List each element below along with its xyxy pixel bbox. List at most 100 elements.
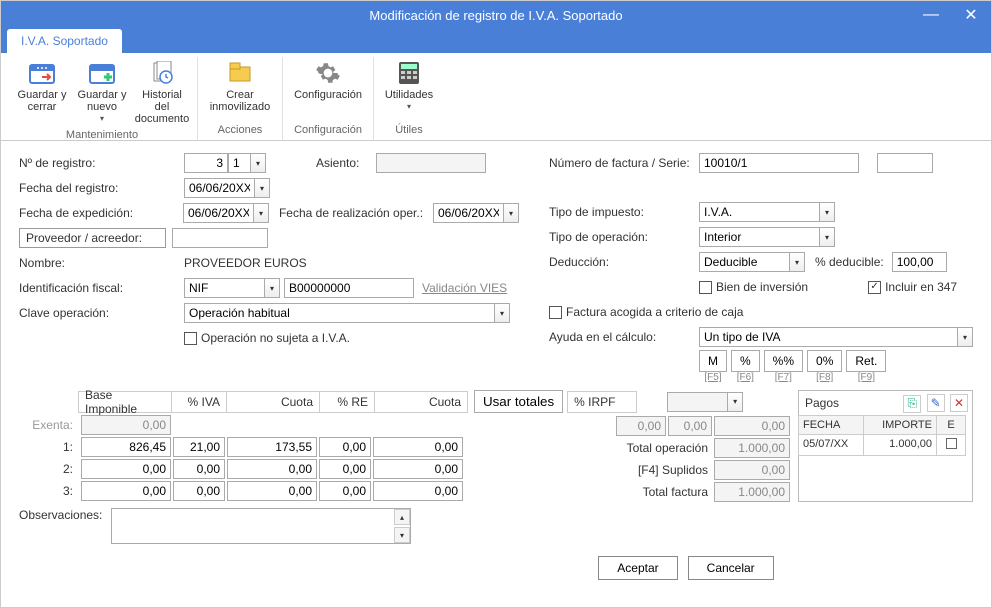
r1-cuota2[interactable]	[373, 437, 463, 457]
reg-no-input[interactable]	[184, 153, 228, 173]
dropdown-icon[interactable]: ▾	[407, 101, 411, 113]
create-asset-icon	[224, 59, 256, 87]
asiento-input[interactable]	[376, 153, 486, 173]
save-new-icon	[86, 59, 118, 87]
reg-date-input[interactable]	[184, 178, 254, 198]
op-key-dd[interactable]: ▾	[494, 303, 510, 323]
exp-date-dd[interactable]: ▾	[253, 203, 269, 223]
ok-button[interactable]: Aceptar	[598, 556, 677, 580]
utilities-button[interactable]: Utilidades ▾	[380, 57, 438, 122]
irpf-c[interactable]	[714, 416, 790, 436]
r2-re[interactable]	[319, 459, 371, 479]
deduction-dd[interactable]: ▾	[789, 252, 805, 272]
reg-series-dd[interactable]: ▾	[250, 153, 266, 173]
total-op-label: Total operación	[602, 438, 712, 458]
r3-re[interactable]	[319, 481, 371, 501]
irpf-dd[interactable]: ▾	[727, 392, 743, 412]
op-type-input[interactable]	[699, 227, 819, 247]
row1-label: 1:	[19, 440, 79, 454]
op-key-input[interactable]	[184, 303, 494, 323]
r1-base[interactable]	[81, 437, 171, 457]
deduction-input[interactable]	[699, 252, 789, 272]
group-utils: Útiles	[395, 122, 423, 140]
inv-asset-checkbox[interactable]: Bien de inversión	[699, 280, 808, 294]
hdr-re: % RE	[319, 391, 375, 413]
irpf-select[interactable]	[667, 392, 727, 412]
pagos-hdr-e: E	[936, 415, 966, 435]
r3-base[interactable]	[81, 481, 171, 501]
fiscal-id-input[interactable]	[284, 278, 414, 298]
not-subject-checkbox[interactable]: Operación no sujeta a I.V.A.	[184, 331, 350, 345]
tax-type-label: Tipo de impuesto:	[549, 205, 699, 219]
scroll-down-icon[interactable]: ▾	[394, 527, 410, 543]
tabstrip: I.V.A. Soportado	[1, 29, 991, 53]
irpf-a[interactable]	[616, 416, 666, 436]
pagos-hdr-amount: IMPORTE	[863, 415, 937, 435]
invoice-input[interactable]	[699, 153, 859, 173]
pagos-title: Pagos	[805, 396, 839, 410]
pagos-row[interactable]: 05/07/XX 1.000,00	[799, 435, 972, 456]
exp-date-input[interactable]	[183, 203, 253, 223]
cash-criteria-checkbox[interactable]: Factura acogida a criterio de caja	[549, 305, 743, 319]
r2-cuota2[interactable]	[373, 459, 463, 479]
pct-ded-input[interactable]	[892, 252, 947, 272]
hdr-irpf: % IRPF	[567, 391, 637, 413]
close-button[interactable]: ✕	[951, 1, 991, 29]
r1-cuota[interactable]	[227, 437, 317, 457]
op-type-dd[interactable]: ▾	[819, 227, 835, 247]
op-date-input[interactable]	[433, 203, 503, 223]
vies-link[interactable]: Validación VIES	[422, 281, 507, 295]
total-inv[interactable]	[714, 482, 790, 502]
save-new-button[interactable]: Guardar y nuevo ▾	[73, 57, 131, 127]
pagos-edit-icon[interactable]: ✎	[927, 394, 945, 412]
irpf-b[interactable]	[668, 416, 712, 436]
dropdown-icon[interactable]: ▾	[100, 113, 104, 125]
r3-cuota2[interactable]	[373, 481, 463, 501]
calc-help-input[interactable]	[699, 327, 957, 347]
r2-base[interactable]	[81, 459, 171, 479]
reg-series-input[interactable]	[228, 153, 250, 173]
tab-iva-soportado[interactable]: I.V.A. Soportado	[7, 29, 122, 53]
include-347-checkbox[interactable]: ✓Incluir en 347	[868, 280, 957, 294]
invoice-serie-input[interactable]	[877, 153, 933, 173]
create-asset-button[interactable]: Crear inmovilizado	[204, 57, 276, 122]
pagos-add-icon[interactable]: ⎘	[903, 395, 921, 413]
r3-iva[interactable]	[173, 481, 225, 501]
obs-label: Observaciones:	[19, 508, 105, 522]
use-totals-button[interactable]: Usar totales	[474, 390, 563, 413]
cancel-button[interactable]: Cancelar	[688, 556, 774, 580]
r2-iva[interactable]	[173, 459, 225, 479]
op-date-dd[interactable]: ▾	[503, 203, 519, 223]
fiscal-type-dd[interactable]: ▾	[264, 278, 280, 298]
obs-textarea[interactable]: ▴ ▾	[111, 508, 411, 544]
tax-type-input[interactable]	[699, 202, 819, 222]
r1-iva[interactable]	[173, 437, 225, 457]
minimize-button[interactable]: —	[911, 1, 951, 29]
save-close-button[interactable]: Guardar y cerrar	[13, 57, 71, 127]
helper-pct[interactable]: %	[731, 350, 760, 372]
helper-m[interactable]: M	[699, 350, 727, 372]
r3-cuota[interactable]	[227, 481, 317, 501]
r2-cuota[interactable]	[227, 459, 317, 479]
r1-re[interactable]	[319, 437, 371, 457]
invoice-label: Número de factura / Serie:	[549, 156, 699, 170]
calc-help-dd[interactable]: ▾	[957, 327, 973, 347]
name-label: Nombre:	[19, 256, 184, 270]
suplidos[interactable]	[714, 460, 790, 480]
tax-type-dd[interactable]: ▾	[819, 202, 835, 222]
helper-ret[interactable]: Ret.	[846, 350, 886, 372]
exempt-base[interactable]	[81, 415, 171, 435]
scroll-up-icon[interactable]: ▴	[394, 509, 410, 525]
supplier-input[interactable]	[172, 228, 268, 248]
helper-zero[interactable]: 0%	[807, 350, 842, 372]
config-button[interactable]: Configuración	[289, 57, 367, 122]
exp-date-label: Fecha de expedición:	[19, 206, 183, 220]
pagos-panel: Pagos ⎘ ✎ ✕ FECHA IMPORTE E 05/07/XX 1.0…	[798, 390, 973, 502]
reg-date-dd[interactable]: ▾	[254, 178, 270, 198]
helper-pctpct[interactable]: %%	[764, 350, 803, 372]
pagos-del-icon[interactable]: ✕	[950, 394, 968, 412]
doc-history-button[interactable]: Historial del documento	[133, 57, 191, 127]
gear-icon	[312, 59, 344, 87]
total-op[interactable]	[714, 438, 790, 458]
fiscal-type-input[interactable]	[184, 278, 264, 298]
